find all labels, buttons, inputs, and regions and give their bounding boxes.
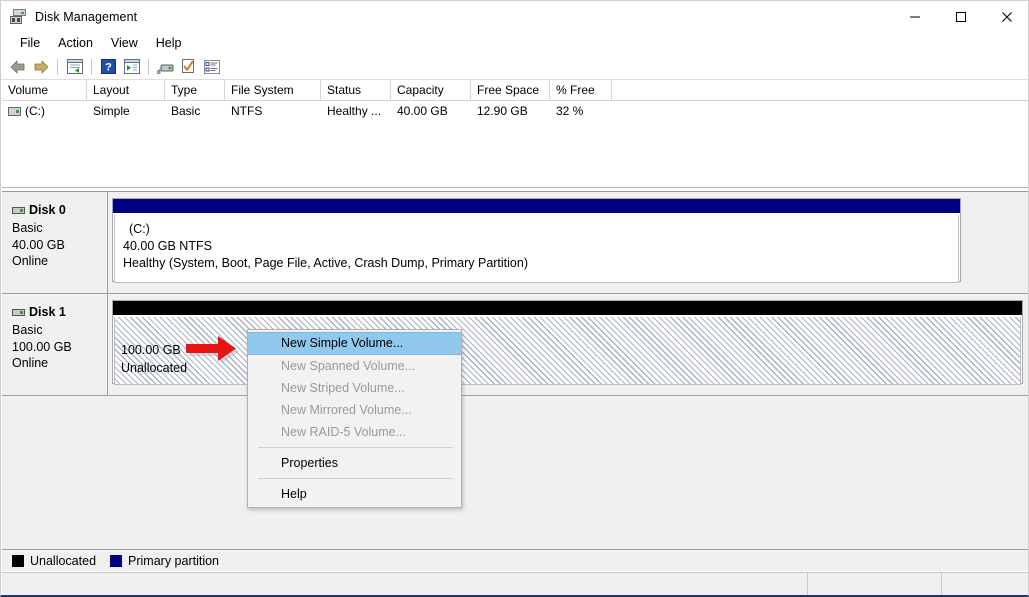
volume-list: Volume Layout Type File System Status Ca… bbox=[2, 80, 1029, 188]
toolbar-separator bbox=[91, 59, 92, 75]
disk-0-type: Basic bbox=[12, 220, 107, 237]
legend-swatch-primary-partition bbox=[110, 555, 122, 567]
cell-capacity: 40.00 GB bbox=[391, 101, 471, 121]
menu-item-new-spanned-volume: New Spanned Volume... bbox=[248, 355, 461, 377]
disk-0-partition-body: (C:) 40.00 GB NTFS Healthy (System, Boot… bbox=[114, 215, 959, 283]
status-pane-third bbox=[942, 573, 1029, 596]
toolbar-separator bbox=[57, 59, 58, 75]
menu-view[interactable]: View bbox=[102, 34, 147, 52]
disk-0-graphic: (C:) 40.00 GB NTFS Healthy (System, Boot… bbox=[108, 192, 1029, 294]
column-header-volume[interactable]: Volume bbox=[2, 80, 87, 100]
legend-label-unallocated: Unallocated bbox=[30, 554, 96, 568]
menu-item-help[interactable]: Help bbox=[248, 483, 461, 505]
window-controls bbox=[892, 1, 1029, 32]
menu-item-properties[interactable]: Properties bbox=[248, 452, 461, 474]
cell-status: Healthy ... bbox=[321, 101, 391, 121]
disk-graphic-pane: Disk 0 Basic 40.00 GB Online (C:) 40.00 … bbox=[2, 191, 1029, 549]
disk-0-partition-text: (C:) 40.00 GB NTFS Healthy (System, Boot… bbox=[115, 215, 958, 272]
legend-item-primary-partition: Primary partition bbox=[110, 554, 219, 568]
menu-file[interactable]: File bbox=[11, 34, 49, 52]
legend-swatch-unallocated bbox=[12, 555, 24, 567]
rescan-disks-icon[interactable] bbox=[154, 56, 177, 78]
cell-percent-free: 32 % bbox=[550, 101, 612, 121]
window-title: Disk Management bbox=[35, 10, 137, 24]
disk-0-size: 40.00 GB bbox=[12, 237, 107, 254]
disk-0-partition-c[interactable]: (C:) 40.00 GB NTFS Healthy (System, Boot… bbox=[112, 198, 961, 282]
cell-volume: (C:) bbox=[25, 101, 45, 121]
column-header-type[interactable]: Type bbox=[165, 80, 225, 100]
list-divider bbox=[2, 187, 1029, 188]
volume-list-header: Volume Layout Type File System Status Ca… bbox=[2, 80, 1029, 101]
disk-0-name: Disk 0 bbox=[29, 203, 66, 217]
disk-drive-icon bbox=[10, 8, 27, 25]
status-bar bbox=[2, 572, 1029, 596]
column-header-percent-free[interactable]: % Free bbox=[550, 80, 612, 100]
show-hide-console-tree-icon[interactable] bbox=[63, 56, 86, 78]
maximize-button[interactable] bbox=[938, 1, 984, 32]
context-menu: New Simple Volume... New Spanned Volume.… bbox=[247, 329, 462, 508]
disk-icon bbox=[12, 207, 25, 214]
menu-item-new-simple-volume[interactable]: New Simple Volume... bbox=[248, 332, 461, 355]
toolbar-separator bbox=[148, 59, 149, 75]
volume-drive-icon bbox=[8, 107, 21, 116]
disk-0-partition-label: (C:) bbox=[123, 221, 958, 238]
disk-1-state: Online bbox=[12, 355, 107, 372]
disk-icon bbox=[12, 309, 25, 316]
cell-file-system: NTFS bbox=[225, 101, 321, 121]
minimize-button[interactable] bbox=[892, 1, 938, 32]
column-header-free-space[interactable]: Free Space bbox=[471, 80, 550, 100]
cell-layout: Simple bbox=[87, 101, 165, 121]
disk-row-disk-0: Disk 0 Basic 40.00 GB Online (C:) 40.00 … bbox=[2, 192, 1029, 294]
disk-1-capacity-bar bbox=[113, 301, 1022, 315]
cell-type: Basic bbox=[165, 101, 225, 121]
legend-bar: Unallocated Primary partition bbox=[2, 549, 1029, 571]
disk-0-capacity-bar bbox=[113, 199, 960, 213]
disk-1-type: Basic bbox=[12, 322, 107, 339]
menu-separator bbox=[258, 447, 453, 448]
list-view-icon[interactable] bbox=[200, 56, 223, 78]
forward-icon[interactable] bbox=[29, 56, 52, 78]
close-button[interactable] bbox=[984, 1, 1029, 32]
menu-help[interactable]: Help bbox=[147, 34, 191, 52]
properties-icon[interactable] bbox=[177, 56, 200, 78]
column-header-filler bbox=[612, 80, 1029, 100]
table-row[interactable]: (C:) Simple Basic NTFS Healthy ... 40.00… bbox=[2, 101, 1029, 121]
menu-item-new-raid5-volume: New RAID-5 Volume... bbox=[248, 421, 461, 443]
disk-0-info[interactable]: Disk 0 Basic 40.00 GB Online bbox=[2, 192, 108, 294]
disk-1-name: Disk 1 bbox=[29, 305, 66, 319]
legend-label-primary-partition: Primary partition bbox=[128, 554, 219, 568]
show-action-pane-icon[interactable] bbox=[120, 56, 143, 78]
back-icon[interactable] bbox=[6, 56, 29, 78]
menu-bar: File Action View Help bbox=[1, 32, 1029, 54]
toolbar: ? bbox=[1, 54, 1029, 80]
status-pane-second bbox=[808, 573, 942, 596]
title-bar: Disk Management bbox=[1, 1, 1029, 32]
column-header-status[interactable]: Status bbox=[321, 80, 391, 100]
menu-separator bbox=[258, 478, 453, 479]
column-header-file-system[interactable]: File System bbox=[225, 80, 321, 100]
disk-0-state: Online bbox=[12, 253, 107, 270]
disk-row-disk-1: Disk 1 Basic 100.00 GB Online 100.00 GB … bbox=[2, 294, 1029, 396]
menu-action[interactable]: Action bbox=[49, 34, 102, 52]
column-header-capacity[interactable]: Capacity bbox=[391, 80, 471, 100]
menu-item-new-mirrored-volume: New Mirrored Volume... bbox=[248, 399, 461, 421]
disk-1-size: 100.00 GB bbox=[12, 339, 107, 356]
disk-management-window: Disk Management File Action View Help bbox=[0, 0, 1029, 597]
legend-item-unallocated: Unallocated bbox=[12, 554, 96, 568]
disk-0-partition-status: Healthy (System, Boot, Page File, Active… bbox=[123, 255, 958, 272]
column-header-layout[interactable]: Layout bbox=[87, 80, 165, 100]
cell-free-space: 12.90 GB bbox=[471, 101, 550, 121]
disk-1-info[interactable]: Disk 1 Basic 100.00 GB Online bbox=[2, 294, 108, 396]
svg-text:?: ? bbox=[105, 62, 112, 74]
disk-0-partition-size-fs: 40.00 GB NTFS bbox=[123, 238, 958, 255]
help-icon[interactable]: ? bbox=[97, 56, 120, 78]
status-pane-main bbox=[2, 573, 808, 596]
menu-item-new-striped-volume: New Striped Volume... bbox=[248, 377, 461, 399]
